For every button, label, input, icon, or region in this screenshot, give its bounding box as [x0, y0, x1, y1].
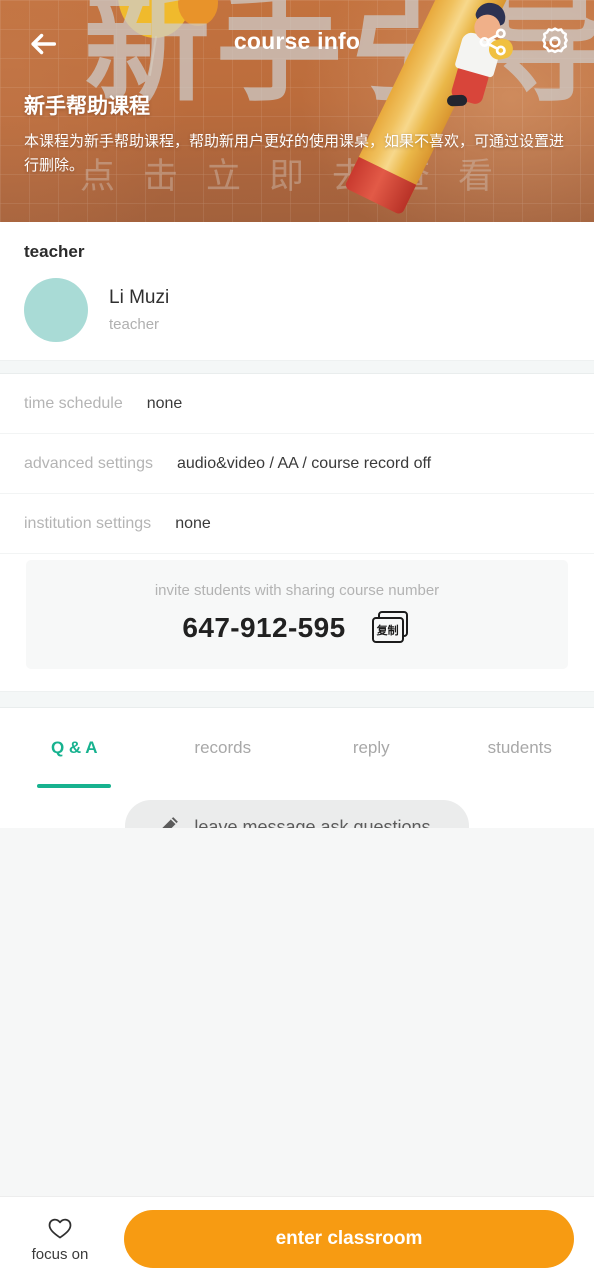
tab-records[interactable]: records [149, 708, 298, 788]
tab-label: students [487, 738, 552, 757]
student-shoe [446, 94, 468, 107]
enter-classroom-button[interactable]: enter classroom [124, 1209, 574, 1268]
info-row-key: advanced settings [24, 454, 153, 472]
info-row-value: none [175, 514, 211, 532]
teacher-name: Li Muzi [109, 287, 170, 309]
avatar [24, 278, 88, 342]
tab-active-underline [37, 784, 112, 788]
teacher-row[interactable]: Li Muzi teacher [24, 278, 570, 342]
tab-bar: Q & A records reply students [0, 708, 594, 788]
tab-label: Q & A [50, 738, 98, 757]
info-row-institution-settings[interactable]: institution settings none [0, 494, 594, 554]
bottom-action-bar: focus on enter classroom [0, 1196, 594, 1280]
share-course-number-card: invite students with sharing course numb… [26, 560, 568, 669]
focus-on-button[interactable]: focus on [14, 1214, 106, 1263]
course-description: 本课程为新手帮助课程，帮助新用户更好的使用课桌，如果不喜欢，可通过设置进行删除。 [24, 132, 565, 174]
share-card-number-row: 647-912-595 复制 [26, 611, 568, 645]
info-row-key: institution settings [24, 514, 152, 532]
info-row-key: time schedule [24, 394, 123, 412]
course-name: 新手帮助课程 [24, 94, 150, 118]
share-card-wrapper: invite students with sharing course numb… [0, 554, 594, 691]
section-divider-2 [0, 691, 594, 708]
course-info-screen: 新手引导 点击立即去查看 course info 新手帮助课程 本课程为新手帮助… [0, 0, 594, 1280]
teacher-role: teacher [109, 315, 160, 333]
teacher-section: teacher Li Muzi teacher [0, 222, 594, 360]
info-row-advanced-settings[interactable]: advanced settings audio&video / AA / cou… [0, 434, 594, 494]
tab-qa[interactable]: Q & A [0, 708, 149, 788]
banner-actions [476, 25, 572, 59]
tab-reply[interactable]: reply [297, 708, 446, 788]
focus-on-label: focus on [31, 1246, 89, 1263]
share-icon[interactable] [476, 25, 510, 59]
info-row-value: none [146, 394, 183, 412]
course-banner: 新手引导 点击立即去查看 course info 新手帮助课程 本课程为新手帮助… [0, 0, 594, 222]
heart-outline-icon [48, 1218, 72, 1239]
info-row-time-schedule[interactable]: time schedule none [0, 374, 594, 434]
copy-icon-front-sheet: 复制 [371, 617, 404, 643]
course-number: 647-912-595 [182, 612, 346, 643]
teacher-meta: Li Muzi teacher [109, 287, 169, 333]
share-card-caption: invite students with sharing course numb… [154, 582, 440, 599]
gear-icon[interactable] [538, 25, 572, 59]
copy-icon[interactable]: 复制 [371, 611, 412, 645]
section-divider [0, 360, 594, 374]
info-row-value: audio&video / AA / course record off [176, 454, 432, 472]
tab-students[interactable]: students [446, 708, 594, 788]
teacher-section-label: teacher [24, 242, 85, 261]
tab-label: records [194, 738, 252, 757]
qa-feed-empty-area [0, 828, 594, 1224]
back-arrow-icon[interactable] [26, 27, 60, 61]
tab-label: reply [352, 738, 390, 757]
